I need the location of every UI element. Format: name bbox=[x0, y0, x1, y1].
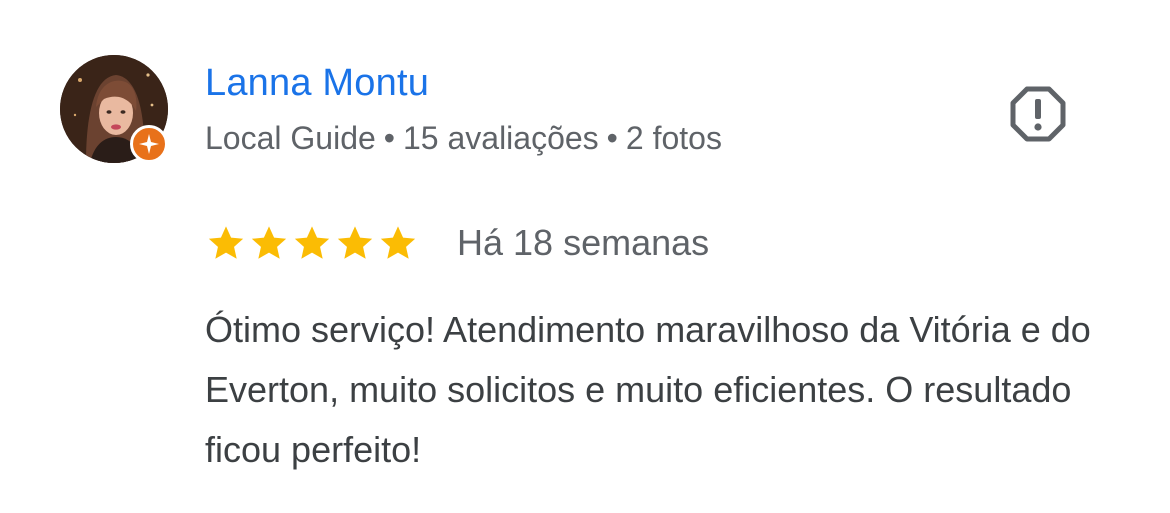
star-icon bbox=[294, 226, 330, 259]
star-rating bbox=[205, 222, 419, 264]
avatar[interactable] bbox=[60, 55, 168, 163]
star-icon bbox=[208, 226, 244, 259]
reviewer-reviews-count: 15 avaliações bbox=[402, 120, 599, 156]
review-text: Ótimo serviço! Atendimento maravilhoso d… bbox=[205, 309, 1091, 470]
report-flag-icon bbox=[1010, 86, 1066, 142]
star-icon bbox=[337, 226, 373, 259]
reviewer-level: Local Guide bbox=[205, 120, 376, 156]
local-guide-star-icon bbox=[130, 125, 168, 163]
report-button[interactable] bbox=[1010, 86, 1066, 142]
star-icon bbox=[251, 226, 287, 259]
star-icon bbox=[380, 226, 416, 259]
reviewer-meta: Local Guide • 15 avaliações • 2 fotos bbox=[205, 118, 722, 158]
review-date: Há 18 semanas bbox=[457, 222, 710, 263]
meta-separator: • bbox=[606, 120, 618, 156]
reviewer-photos-count: 2 fotos bbox=[625, 120, 722, 156]
meta-separator: • bbox=[383, 120, 395, 156]
reviewer-name[interactable]: Lanna Montu bbox=[205, 60, 429, 106]
rating-row: Há 18 semanas bbox=[205, 218, 709, 268]
